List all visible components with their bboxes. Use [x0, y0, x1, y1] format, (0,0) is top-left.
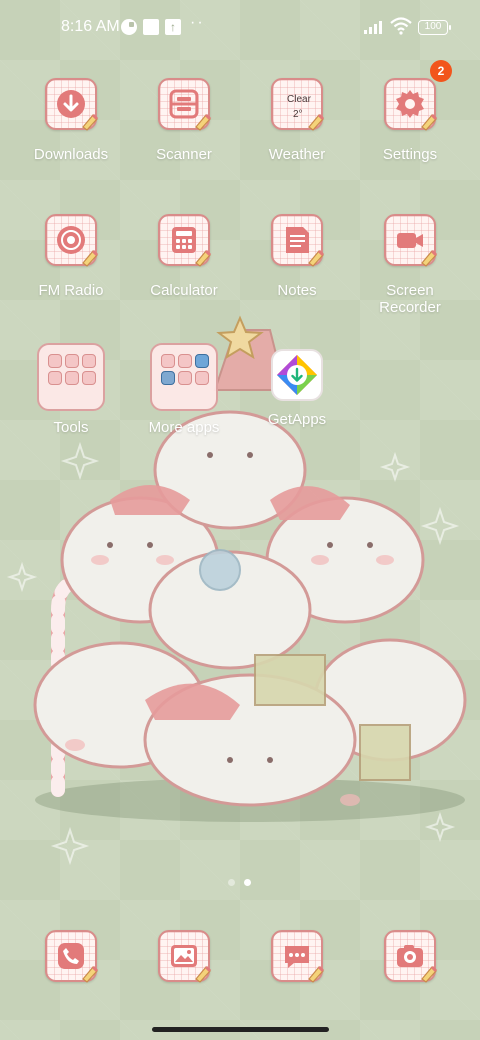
app-label: Screen Recorder	[379, 282, 441, 316]
messages-icon	[271, 930, 325, 983]
phone-icon	[45, 930, 99, 983]
notes-icon	[271, 214, 325, 267]
folder-icon	[37, 343, 105, 411]
battery-icon: 100	[418, 20, 451, 35]
folder-tools[interactable]: Tools	[16, 343, 126, 436]
app-label: FM Radio	[38, 282, 104, 299]
app-label: Scanner	[156, 146, 212, 163]
data-saver-icon	[121, 19, 137, 35]
home-indicator[interactable]	[152, 1027, 329, 1032]
app-screen-recorder[interactable]: Screen Recorder	[355, 214, 465, 316]
page-dot-2-active[interactable]	[244, 879, 251, 886]
app-label: Weather	[268, 146, 326, 163]
app-downloads[interactable]: Downloads	[16, 78, 126, 163]
app-label: GetApps	[267, 411, 327, 428]
app-calculator[interactable]: Calculator	[129, 214, 239, 299]
status-time: 8:16 AM	[61, 18, 120, 35]
scanner-icon	[158, 78, 212, 131]
app-scanner[interactable]: Scanner	[129, 78, 239, 163]
download-arrow-icon	[45, 78, 99, 131]
dock-messages[interactable]	[242, 930, 352, 983]
folder-more-apps[interactable]: More apps	[129, 343, 239, 436]
app-settings[interactable]: Settings	[355, 78, 465, 163]
app-label: More apps	[148, 419, 220, 436]
video-camera-icon	[384, 214, 438, 267]
upload-icon: ↑	[165, 19, 181, 35]
app-label: Settings	[382, 146, 438, 163]
signal-icon	[364, 20, 386, 34]
dock-camera[interactable]	[355, 930, 465, 983]
app-weather[interactable]: Clear 2° Weather	[242, 78, 352, 163]
app-label: Calculator	[150, 282, 218, 299]
notification-square-icon	[143, 19, 159, 35]
dock-gallery[interactable]	[129, 930, 239, 983]
gallery-icon	[158, 930, 212, 983]
app-fm-radio[interactable]: FM Radio	[16, 214, 126, 299]
app-label: Notes	[277, 282, 317, 299]
weather-condition: Clear	[287, 94, 311, 105]
settings-notification-badge: 2	[430, 60, 452, 82]
page-dot-1[interactable]	[228, 879, 235, 886]
gear-icon	[384, 78, 438, 131]
app-getapps[interactable]: GetApps	[242, 349, 352, 428]
weather-icon: Clear 2°	[271, 78, 325, 131]
app-notes[interactable]: Notes	[242, 214, 352, 299]
radio-icon	[45, 214, 99, 267]
camera-icon	[384, 930, 438, 983]
app-label: Tools	[53, 419, 89, 436]
getapps-icon	[271, 349, 323, 401]
folder-icon	[150, 343, 218, 411]
more-dots-icon: ··	[190, 14, 205, 31]
dock-phone[interactable]	[16, 930, 126, 983]
calculator-icon	[158, 214, 212, 267]
app-label: Downloads	[33, 146, 109, 163]
status-bar: 8:16 AM ↑ ·· 100	[0, 0, 480, 56]
wifi-icon	[390, 17, 412, 35]
